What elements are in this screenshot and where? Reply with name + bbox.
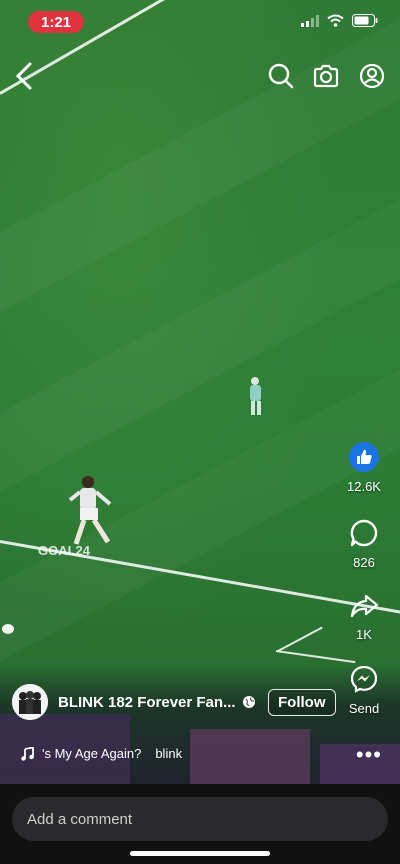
camera-icon [313, 64, 339, 88]
follow-button[interactable]: Follow [268, 688, 336, 716]
profile-button[interactable] [357, 61, 387, 91]
chevron-left-icon [15, 62, 32, 90]
share-button[interactable]: 1K [328, 592, 400, 642]
speech-bubble-icon [350, 519, 378, 547]
video-watermark: GOAL24 [38, 543, 91, 558]
like-count: 12.6K [347, 479, 381, 494]
ball [2, 624, 14, 634]
music-row[interactable]: 's My Age Again? blink [20, 746, 182, 761]
author-name[interactable]: BLINK 182 Forever Fan... [58, 694, 236, 711]
music-note-icon [21, 746, 34, 761]
like-button[interactable]: 12.6K [328, 442, 400, 494]
messenger-icon [350, 665, 378, 693]
wifi-icon [327, 14, 344, 27]
back-button[interactable] [10, 60, 38, 92]
globe-icon [243, 696, 255, 708]
avatar[interactable] [12, 684, 48, 720]
field-line [275, 650, 356, 664]
music-artist: blink [155, 746, 183, 761]
author-row: BLINK 182 Forever Fan... Follow [12, 684, 352, 720]
status-icons [301, 14, 378, 27]
more-icon: ••• [355, 742, 382, 767]
music-track: 's My Age Again? [42, 746, 142, 761]
share-arrow-icon [350, 594, 379, 618]
status-time: 1:21 [28, 11, 84, 33]
signal-icon [301, 14, 319, 27]
thumbs-up-icon [349, 442, 379, 472]
comment-count: 826 [353, 555, 375, 570]
field-line [277, 626, 323, 652]
search-button[interactable] [266, 61, 296, 91]
player-running [68, 476, 112, 545]
comment-button[interactable]: 826 [328, 518, 400, 570]
player-goalkeeper [250, 377, 261, 415]
battery-icon [352, 14, 378, 27]
home-indicator [130, 851, 270, 856]
comment-box[interactable] [12, 797, 388, 841]
camera-button[interactable] [311, 61, 341, 91]
user-icon [359, 63, 385, 89]
share-count: 1K [356, 627, 372, 642]
comment-bar [0, 784, 400, 864]
search-icon [268, 63, 294, 89]
comment-input[interactable] [25, 809, 369, 829]
band-photo-icon [12, 684, 48, 720]
more-options-button[interactable]: ••• [356, 742, 382, 768]
